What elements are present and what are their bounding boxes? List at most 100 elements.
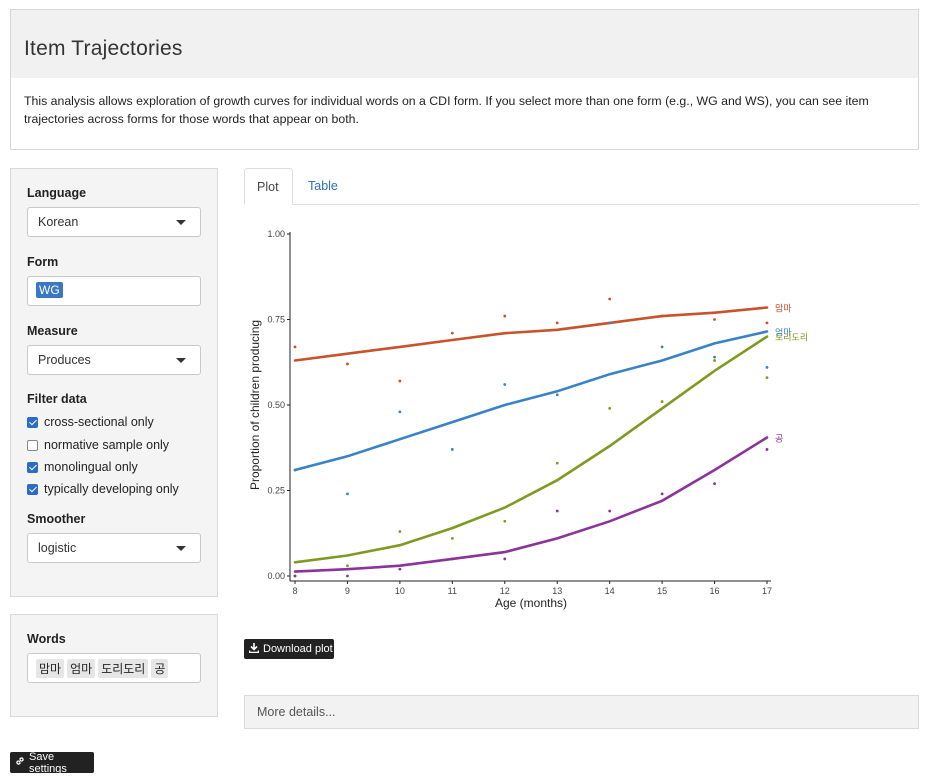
controls-panel: Language Korean Form WG Measure Produces… [10,168,218,597]
filter-label-text: cross-sectional only [44,415,154,429]
x-tick-label: 15 [657,586,667,596]
filter-cross-sectional[interactable]: cross-sectional only [27,414,154,430]
data-point [346,492,349,496]
y-tick-label: 0.00 [267,571,285,581]
data-point [660,400,664,403]
form-chip[interactable]: WG [36,282,63,298]
form-select[interactable]: WG [27,276,201,306]
data-point [450,331,454,335]
data-point [293,574,297,578]
filter-label-text: typically developing only [44,482,179,496]
save-label: Save settings [29,750,67,775]
page-title: Item Trajectories [24,37,183,60]
check-icon[interactable] [27,461,38,473]
data-point [765,365,769,369]
y-tick-label: 0.25 [267,486,285,496]
x-tick-label: 8 [292,586,297,596]
data-point [765,321,769,325]
x-tick-label: 10 [395,586,405,596]
data-point [450,557,454,561]
x-axis-label: Age (months) [495,596,567,610]
word-chip[interactable]: 공 [151,659,169,678]
data-point [450,536,454,540]
data-point [398,379,402,383]
page-description: This analysis allows exploration of grow… [10,78,919,150]
tab-table[interactable]: Table [296,168,350,205]
x-tick-label: 17 [762,586,772,596]
checkbox-empty[interactable] [27,439,38,451]
smoother-value: logistic [38,541,77,555]
x-tick-label: 12 [500,586,510,596]
series-end-label: 맘마 [775,304,792,315]
data-point [450,448,454,451]
data-point [713,318,716,321]
check-icon[interactable] [27,416,38,428]
series-end-label: 도리도리 [775,333,808,344]
language-label: Language [27,186,87,200]
word-chip[interactable]: 엄마 [67,659,96,678]
fit-line-0 [293,306,769,362]
data-point [660,345,664,349]
x-tick-label: 9 [345,586,350,596]
data-point [503,314,507,318]
measure-select[interactable]: Produces [27,345,201,375]
filter-label-text: monolingual only [44,460,138,474]
x-tick-label: 16 [710,586,720,596]
page-header: Item Trajectories [10,9,919,79]
data-point [555,509,559,513]
data-point [398,567,402,571]
caret-down-icon [176,358,186,363]
data-point [713,359,716,362]
data-point [503,519,507,523]
data-point [555,393,559,397]
x-tick-label: 14 [605,586,615,596]
data-point [713,482,716,486]
language-select[interactable]: Korean [27,207,201,237]
measure-label: Measure [27,324,78,338]
measure-value: Produces [38,353,91,367]
data-point [293,468,297,472]
data-point [608,407,612,410]
x-tick-label: 13 [552,586,562,596]
smoother-select[interactable]: logistic [27,533,201,563]
data-point [346,564,349,568]
data-point [660,492,664,496]
language-value: Korean [38,215,79,229]
trajectory-chart: 0.00 0.25 0.50 0.75 1.00 8 9 10 11 12 13 14 15 16 17 Ag… [248,229,808,610]
words-label: Words [27,632,66,646]
x-tick-label: 11 [448,586,457,596]
data-point [398,530,402,533]
word-chip[interactable]: 도리도리 [98,659,149,678]
download-icon [248,642,260,656]
y-axis-label: Proportion of children producing [248,320,262,490]
check-icon[interactable] [27,483,38,495]
filter-normative[interactable]: normative sample only [27,437,169,453]
filter-label: Filter data [27,392,87,406]
more-details-toggle[interactable]: More details... [244,695,919,729]
data-point [660,314,664,318]
smoother-label: Smoother [27,512,86,526]
y-tick-label: 0.75 [267,315,285,325]
data-point [765,376,769,380]
y-tick-label: 0.50 [267,400,285,410]
words-input[interactable]: 맘마 엄마 도리도리 공 [27,653,201,683]
y-tick-label: 1.00 [267,229,285,239]
data-point [608,509,612,513]
download-label: Download plot [263,643,333,655]
data-point [346,362,349,366]
data-point [346,574,349,578]
link-icon [15,756,25,769]
filter-label-text: normative sample only [44,438,170,452]
word-chip[interactable]: 맘마 [36,659,65,678]
filter-monolingual[interactable]: monolingual only [27,459,138,475]
caret-down-icon [176,220,186,225]
words-panel: Words 맘마 엄마 도리도리 공 [10,614,218,717]
data-point [293,345,297,349]
data-point [555,321,559,325]
data-point [608,321,612,325]
download-plot-button[interactable]: Download plot [244,639,334,659]
tab-plot[interactable]: Plot [244,168,293,205]
save-settings-button[interactable]: Save settings [10,750,94,775]
filter-typically-developing[interactable]: typically developing only [27,481,179,497]
data-point [765,448,769,451]
